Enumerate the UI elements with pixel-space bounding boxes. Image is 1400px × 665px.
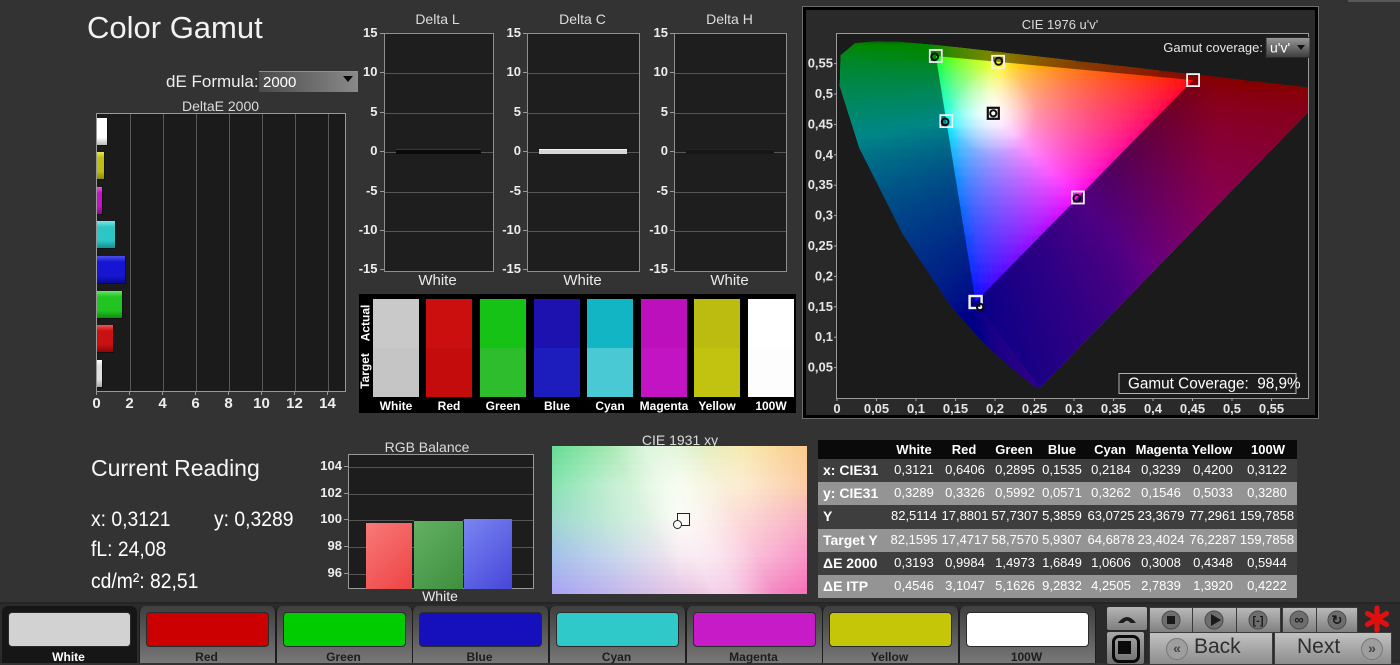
svg-text:0,2: 0,2 bbox=[986, 401, 1004, 416]
svg-text:CIE 1976 u'v': CIE 1976 u'v' bbox=[1022, 17, 1099, 32]
svg-text:0,5: 0,5 bbox=[815, 86, 833, 101]
svg-text:0,35: 0,35 bbox=[1101, 401, 1126, 416]
svg-text:0,5: 0,5 bbox=[1223, 401, 1241, 416]
svg-text:0,15: 0,15 bbox=[808, 299, 833, 314]
svg-text:[-]: [-] bbox=[1253, 615, 1264, 627]
svg-text:Gamut Coverage: 98,9%: Gamut Coverage: 98,9% bbox=[1128, 376, 1301, 393]
svg-text:0: 0 bbox=[833, 401, 840, 416]
svg-text:0,1: 0,1 bbox=[815, 329, 833, 344]
svg-text:0,1: 0,1 bbox=[907, 401, 925, 416]
svg-text:0,25: 0,25 bbox=[808, 238, 833, 253]
svg-text:0,35: 0,35 bbox=[808, 177, 833, 192]
svg-text:0,45: 0,45 bbox=[1180, 401, 1205, 416]
svg-text:0,15: 0,15 bbox=[943, 401, 968, 416]
svg-text:0,4: 0,4 bbox=[815, 147, 834, 162]
svg-text:0,2: 0,2 bbox=[815, 268, 833, 283]
svg-text:0,45: 0,45 bbox=[808, 116, 833, 131]
svg-text:↻: ↻ bbox=[1332, 613, 1343, 628]
svg-text:0,55: 0,55 bbox=[808, 56, 833, 71]
svg-text:Gamut coverage:: Gamut coverage: bbox=[1163, 40, 1263, 55]
svg-text:0,25: 0,25 bbox=[1022, 401, 1047, 416]
svg-text:∞: ∞ bbox=[1294, 612, 1303, 627]
svg-text:0,05: 0,05 bbox=[808, 360, 833, 375]
svg-text:0,4: 0,4 bbox=[1144, 401, 1163, 416]
svg-text:0,05: 0,05 bbox=[864, 401, 889, 416]
svg-text:0,55: 0,55 bbox=[1259, 401, 1284, 416]
svg-text:0,3: 0,3 bbox=[1065, 401, 1083, 416]
svg-text:0,3: 0,3 bbox=[815, 208, 833, 223]
svg-text:u'v': u'v' bbox=[1270, 40, 1290, 56]
